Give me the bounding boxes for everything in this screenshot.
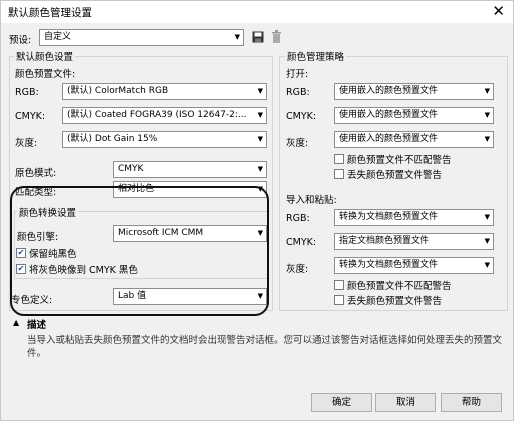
- ok-button[interactable]: 确定: [311, 393, 372, 412]
- gray-profile-label: 灰度:: [15, 138, 38, 149]
- rgb-profile-value: ColorMatch RGB: [94, 86, 169, 96]
- open-warn-missing-checkbox[interactable]: [334, 169, 344, 179]
- import-warn-mismatch-checkbox[interactable]: [334, 280, 344, 290]
- primary-mode-value: CMYK: [118, 164, 144, 174]
- chevron-down-icon: ▼: [257, 229, 263, 237]
- import-cmyk-dropdown[interactable]: 指定文档颜色预置文件 ▼: [334, 233, 494, 250]
- gray-profile-value: Dot Gain 15%: [94, 134, 158, 144]
- import-rgb-label: RGB:: [286, 213, 310, 224]
- help-button[interactable]: 帮助: [441, 393, 502, 412]
- chevron-down-icon: ▼: [234, 33, 240, 41]
- dialog-window: 默认颜色管理设置 ✕ 预设: 自定义 ▼ 默认颜色设置 颜色预置文件: RGB: …: [0, 0, 514, 421]
- color-engine-label: 颜色引擎:: [17, 232, 59, 243]
- import-warn-mismatch-label: 颜色预置文件不匹配警告: [347, 281, 452, 292]
- import-gray-label: 灰度:: [286, 264, 309, 275]
- save-preset-icon[interactable]: [252, 31, 264, 43]
- chevron-down-icon: ▼: [484, 87, 490, 95]
- import-cmyk-value: 指定文档颜色预置文件: [339, 236, 430, 246]
- open-warn-mismatch-checkbox[interactable]: [334, 154, 344, 164]
- chevron-down-icon: ▼: [257, 135, 263, 143]
- open-cmyk-label: CMYK:: [286, 111, 317, 122]
- color-engine-value: Microsoft ICM CMM: [118, 228, 204, 238]
- import-cmyk-label: CMYK:: [286, 237, 317, 248]
- color-policy-title: 颜色管理策略: [285, 49, 347, 63]
- spot-definition-dropdown[interactable]: Lab 值 ▼: [113, 288, 267, 305]
- import-warn-missing-label: 丢失颜色预置文件警告: [347, 296, 443, 307]
- window-title: 默认颜色管理设置: [8, 7, 92, 19]
- preserve-black-label: 保留纯黑色: [29, 249, 77, 260]
- chevron-down-icon: ▼: [484, 135, 490, 143]
- primary-mode-dropdown[interactable]: CMYK ▼: [113, 161, 267, 178]
- open-label: 打开:: [286, 69, 309, 80]
- import-gray-value: 转换为文档颜色预置文件: [339, 260, 439, 270]
- chevron-down-icon: ▼: [257, 292, 263, 300]
- chevron-down-icon: ▼: [257, 185, 263, 193]
- gray-profile-dropdown[interactable]: (默认) Dot Gain 15% ▼: [62, 131, 267, 148]
- cmyk-profile-value: Coated FOGRA39 (ISO 12647-2:...: [94, 110, 247, 120]
- open-warn-mismatch-label: 颜色预置文件不匹配警告: [347, 155, 452, 166]
- preset-label: 预设:: [9, 35, 32, 46]
- default-tag: (默认): [67, 110, 93, 120]
- map-gray-checkbox[interactable]: ✔: [16, 264, 26, 274]
- open-gray-value: 使用嵌入的颜色预置文件: [339, 134, 439, 144]
- chevron-down-icon: ▼: [484, 261, 490, 269]
- default-tag: (默认): [67, 86, 93, 96]
- color-profiles-label: 颜色预置文件:: [15, 69, 76, 80]
- color-conversion-title: 颜色转换设置: [17, 205, 79, 219]
- preserve-black-checkbox[interactable]: ✔: [16, 248, 26, 258]
- match-type-dropdown[interactable]: 相对比色 ▼: [113, 181, 267, 198]
- chevron-down-icon: ▼: [484, 237, 490, 245]
- open-gray-label: 灰度:: [286, 138, 309, 149]
- chevron-down-icon: ▼: [257, 111, 263, 119]
- chevron-down-icon: ▼: [484, 111, 490, 119]
- open-warn-missing-label: 丢失颜色预置文件警告: [347, 170, 443, 181]
- preset-value: 自定义: [44, 32, 72, 42]
- title-bar: 默认颜色管理设置 ✕: [1, 1, 513, 23]
- spot-definition-label: 专色定义:: [11, 295, 53, 306]
- description-title: 描述: [27, 320, 47, 331]
- chevron-down-icon: ▼: [257, 87, 263, 95]
- chevron-down-icon: ▼: [257, 165, 263, 173]
- import-rgb-dropdown[interactable]: 转换为文档颜色预置文件 ▼: [334, 209, 494, 226]
- match-type-label: 匹配类型:: [15, 187, 57, 198]
- open-cmyk-value: 使用嵌入的颜色预置文件: [339, 110, 439, 120]
- spot-definition-value: Lab 值: [118, 291, 147, 301]
- match-type-value: 相对比色: [118, 184, 155, 194]
- import-gray-dropdown[interactable]: 转换为文档颜色预置文件 ▼: [334, 257, 494, 274]
- open-gray-dropdown[interactable]: 使用嵌入的颜色预置文件 ▼: [334, 131, 494, 148]
- primary-mode-label: 原色模式:: [15, 168, 57, 179]
- cancel-button[interactable]: 取消: [375, 393, 436, 412]
- open-rgb-dropdown[interactable]: 使用嵌入的颜色预置文件 ▼: [334, 83, 494, 100]
- rgb-profile-label: RGB:: [15, 87, 39, 98]
- open-cmyk-dropdown[interactable]: 使用嵌入的颜色预置文件 ▼: [334, 107, 494, 124]
- open-rgb-label: RGB:: [286, 87, 310, 98]
- import-paste-label: 导入和粘贴:: [286, 195, 337, 206]
- delete-preset-icon[interactable]: [271, 30, 282, 43]
- default-color-settings-title: 默认颜色设置: [14, 49, 76, 63]
- description-text: 当导入或粘贴丢失颜色预置文件的文档时会出现警告对话框。您可以通过该警告对话框选择…: [27, 335, 503, 359]
- import-rgb-value: 转换为文档颜色预置文件: [339, 212, 439, 222]
- cmyk-profile-dropdown[interactable]: (默认) Coated FOGRA39 (ISO 12647-2:... ▼: [62, 107, 267, 124]
- map-gray-label: 将灰色映像到 CMYK 黑色: [29, 265, 138, 276]
- default-tag: (默认): [67, 134, 93, 144]
- preset-dropdown[interactable]: 自定义 ▼: [39, 29, 244, 46]
- rgb-profile-dropdown[interactable]: (默认) ColorMatch RGB ▼: [62, 83, 267, 100]
- chevron-down-icon: ▼: [484, 213, 490, 221]
- color-engine-dropdown[interactable]: Microsoft ICM CMM ▼: [113, 225, 267, 242]
- collapse-triangle-icon[interactable]: ▲: [13, 318, 19, 327]
- import-warn-missing-checkbox[interactable]: [334, 295, 344, 305]
- close-icon[interactable]: ✕: [492, 2, 505, 20]
- cmyk-profile-label: CMYK:: [15, 111, 46, 122]
- open-rgb-value: 使用嵌入的颜色预置文件: [339, 86, 439, 96]
